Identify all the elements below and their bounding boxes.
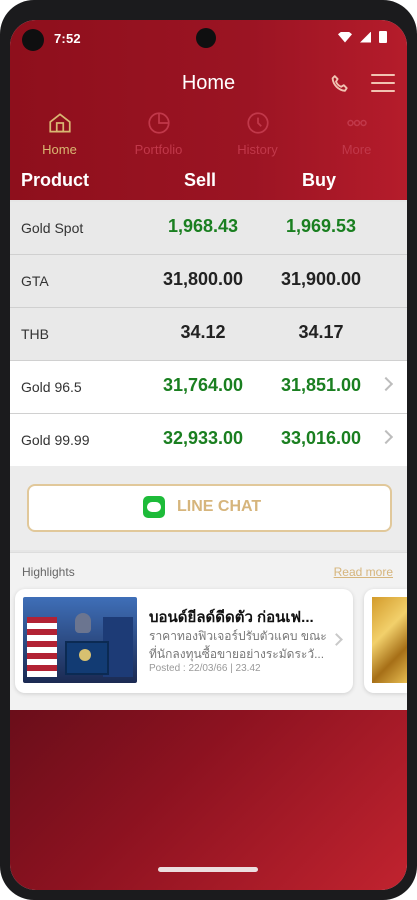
product-name: THB xyxy=(21,326,49,342)
chevron-right-icon xyxy=(330,633,343,646)
more-icon xyxy=(346,119,367,127)
table-row-gold-spot: Gold Spot 1,968.43 1,969.53 xyxy=(10,202,407,255)
news-posted: Posted : 22/03/66 | 23.42 xyxy=(149,663,261,674)
header-sell: Sell xyxy=(184,170,217,190)
nav-label-more: More xyxy=(341,142,372,157)
nav-label-home: Home xyxy=(42,142,77,157)
price-table-header: Product Sell Buy xyxy=(10,168,407,200)
buy-price: 31,851.00 xyxy=(280,375,362,395)
nav-label-portfolio: Portfolio xyxy=(134,142,183,157)
news-card[interactable]: บอนด์ยีลด์ดีดตัว ก่อนเฟ... ราคาทองฟิวเจอ… xyxy=(15,589,353,693)
product-name: Gold 96.5 xyxy=(21,379,82,395)
bottom-gradient xyxy=(10,710,407,890)
wifi-icon xyxy=(338,31,352,43)
phone-icon xyxy=(331,75,348,92)
product-name: Gold 99.99 xyxy=(21,432,90,448)
status-bar: 7:52 xyxy=(10,20,407,58)
table-row-thb: THB 34.12 34.17 xyxy=(10,308,407,361)
sell-price: 31,764.00 xyxy=(162,375,244,395)
history-icon xyxy=(246,112,269,134)
news-card-next[interactable] xyxy=(364,589,407,693)
camera-dot xyxy=(22,29,44,51)
table-row-gta: GTA 31,800.00 31,900.00 xyxy=(10,255,407,308)
header-buy: Buy xyxy=(302,170,337,190)
speaker-figure xyxy=(75,613,91,633)
status-time: 7:52 xyxy=(54,31,81,46)
top-nav: Home Portfolio History More xyxy=(10,110,407,160)
read-more-link[interactable]: Read more xyxy=(334,565,393,579)
nav-tab-home[interactable]: Home xyxy=(10,110,109,160)
sell-price: 31,800.00 xyxy=(162,269,244,289)
battery-icon xyxy=(379,31,387,43)
highlights-section: Highlights Read more บอนด์ยีลด์ดีดตัว ก่… xyxy=(10,552,407,711)
chevron-right-icon xyxy=(378,376,394,392)
table-row-gold-99-99[interactable]: Gold 99.99 32,933.00 33,016.00 xyxy=(10,414,407,467)
portfolio-icon xyxy=(147,112,170,134)
sell-price: 32,933.00 xyxy=(162,428,244,448)
home-indicator[interactable] xyxy=(158,867,258,872)
sell-price: 1,968.43 xyxy=(167,216,239,236)
product-name: GTA xyxy=(21,273,49,289)
news-title: บอนด์ยีลด์ดีดตัว ก่อนเฟ... xyxy=(149,609,314,626)
phone-frame: 7:52 Home Home Portfolio History More Pr… xyxy=(0,0,417,900)
nav-tab-portfolio[interactable]: Portfolio xyxy=(109,110,208,160)
home-icon xyxy=(48,113,71,133)
sell-price: 34.12 xyxy=(180,322,226,342)
news-thumbnail xyxy=(23,597,137,683)
menu-button[interactable] xyxy=(371,74,395,94)
seal-graphic xyxy=(79,649,91,661)
line-chat-button[interactable]: LINE CHAT xyxy=(27,484,392,532)
product-name: Gold Spot xyxy=(21,220,84,236)
line-chat-section: LINE CHAT xyxy=(10,466,407,550)
table-row-gold-96-5[interactable]: Gold 96.5 31,764.00 31,851.00 xyxy=(10,361,407,414)
chevron-right-icon xyxy=(378,429,394,445)
gold-bars-thumbnail xyxy=(372,597,407,683)
nav-tab-more[interactable]: More xyxy=(307,110,406,160)
buy-price: 1,969.53 xyxy=(285,216,357,236)
news-description-line1: ราคาทองฟิวเจอร์ปรับตัวแคบ ขณะ xyxy=(149,629,327,643)
status-icons xyxy=(338,31,387,43)
buy-price: 34.17 xyxy=(298,322,344,342)
flag-graphic xyxy=(27,617,57,677)
nav-label-history: History xyxy=(237,142,278,157)
top-header: 7:52 Home Home Portfolio History More Pr… xyxy=(10,20,407,200)
front-camera xyxy=(196,28,216,48)
highlights-title: Highlights xyxy=(22,565,75,579)
phone-button[interactable] xyxy=(327,72,355,100)
app-screen: 7:52 Home Home Portfolio History More Pr… xyxy=(10,20,407,890)
buy-price: 33,016.00 xyxy=(280,428,362,448)
buy-price: 31,900.00 xyxy=(280,269,362,289)
line-icon xyxy=(143,496,165,518)
menu-icon xyxy=(371,74,395,76)
signal-icon xyxy=(360,31,371,43)
price-table: Gold Spot 1,968.43 1,969.53 GTA 31,800.0… xyxy=(10,202,407,467)
news-description-line2: ที่นักลงทุนซื้อขายอย่างระมัดระวั... xyxy=(149,647,325,661)
nav-tab-history[interactable]: History xyxy=(208,110,307,160)
line-chat-label: LINE CHAT xyxy=(177,498,262,515)
app-bar: Home xyxy=(10,60,407,110)
header-product: Product xyxy=(21,170,90,190)
